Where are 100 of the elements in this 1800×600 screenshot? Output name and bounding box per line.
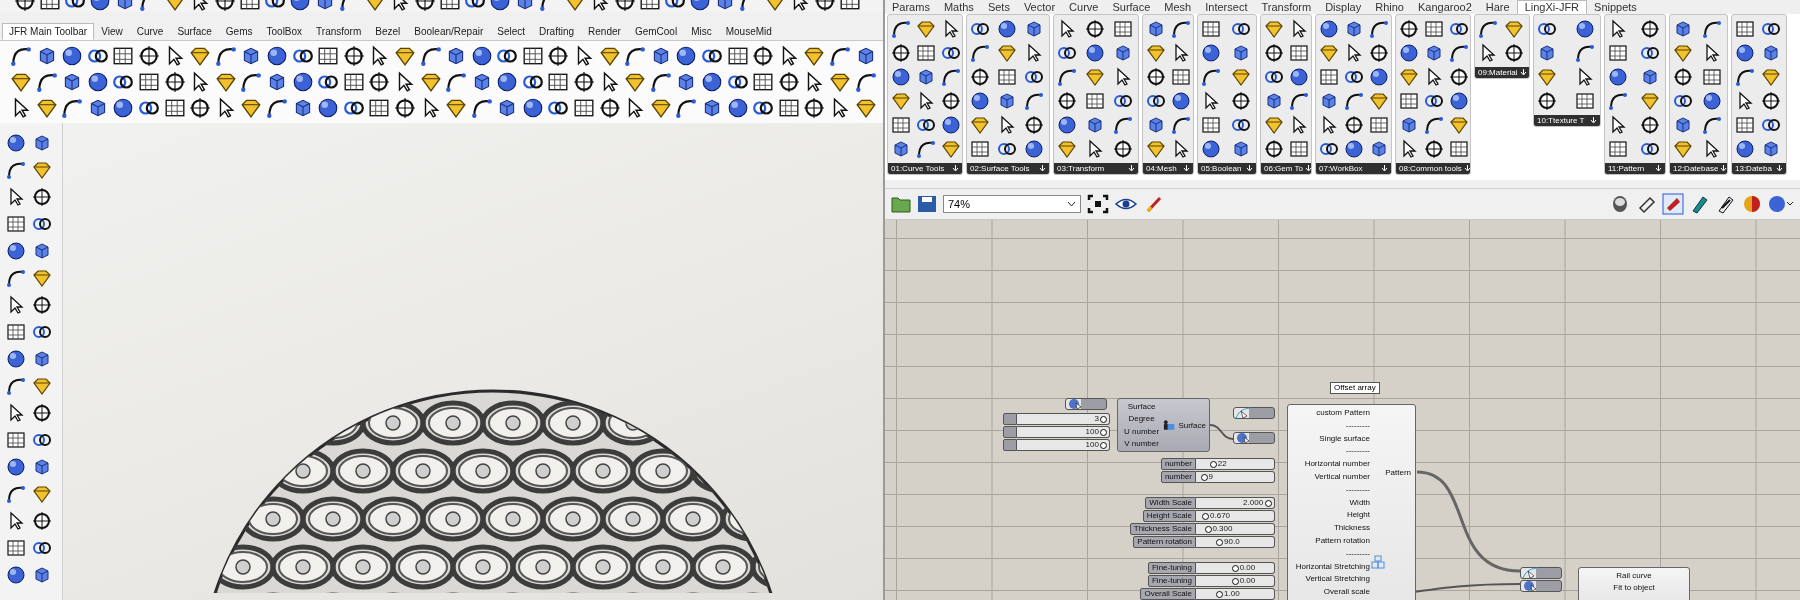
circle-icon[interactable] bbox=[1640, 115, 1660, 135]
curve-icon[interactable] bbox=[1171, 19, 1191, 39]
gem-icon[interactable] bbox=[189, 45, 212, 67]
gem-icon[interactable] bbox=[1640, 91, 1660, 111]
grid-icon[interactable] bbox=[1319, 67, 1339, 87]
circle-icon[interactable] bbox=[137, 45, 160, 67]
circle-icon[interactable] bbox=[1113, 139, 1133, 159]
grid-icon[interactable] bbox=[1113, 19, 1133, 39]
sphere-icon[interactable] bbox=[675, 45, 698, 67]
grid-icon[interactable] bbox=[1449, 139, 1469, 159]
slider-grip[interactable] bbox=[1099, 429, 1107, 436]
circle-icon[interactable] bbox=[777, 71, 800, 93]
slider-grip[interactable] bbox=[1210, 461, 1218, 468]
component-tab[interactable]: Maths bbox=[936, 1, 981, 14]
cube-icon[interactable] bbox=[1537, 43, 1557, 63]
rail-component[interactable]: Rail curve Fit to object bbox=[1578, 567, 1690, 600]
component-tab[interactable]: Intersect bbox=[1198, 1, 1255, 14]
toolbar-tab[interactable]: Select bbox=[490, 23, 533, 40]
toolbar-tab[interactable]: View bbox=[94, 23, 130, 40]
grid-icon[interactable] bbox=[6, 538, 26, 558]
curve-icon[interactable] bbox=[1608, 91, 1628, 111]
grid-icon[interactable] bbox=[1369, 115, 1389, 135]
grid-icon[interactable] bbox=[970, 139, 990, 159]
grid-icon[interactable] bbox=[1201, 115, 1221, 135]
save-icon[interactable] bbox=[917, 195, 937, 213]
curve-icon[interactable] bbox=[1113, 115, 1133, 135]
cube-icon[interactable] bbox=[1113, 43, 1133, 63]
curve-icon[interactable] bbox=[1478, 19, 1498, 39]
cube-icon[interactable] bbox=[1146, 115, 1166, 135]
gem-icon[interactable] bbox=[1504, 19, 1524, 39]
cube-icon[interactable] bbox=[1319, 91, 1339, 111]
slider-grip[interactable] bbox=[1232, 578, 1239, 585]
sphere-icon[interactable] bbox=[470, 45, 493, 67]
cube-icon[interactable] bbox=[1146, 19, 1166, 39]
curve-icon[interactable] bbox=[419, 45, 442, 67]
curve-icon[interactable] bbox=[854, 71, 877, 93]
sphere-icon[interactable] bbox=[1449, 91, 1469, 111]
cube-icon[interactable] bbox=[32, 241, 52, 261]
surface-component[interactable]: Surface Degree U number V number Surface bbox=[1117, 398, 1210, 452]
panel-label[interactable]: 08:Common tools bbox=[1396, 163, 1470, 174]
sphere-icon[interactable] bbox=[1289, 67, 1309, 87]
sphere-icon[interactable] bbox=[1702, 91, 1722, 111]
geometry-param[interactable] bbox=[1520, 580, 1562, 592]
gem-icon[interactable] bbox=[1146, 139, 1166, 159]
zoom-extents-icon[interactable] bbox=[1087, 194, 1109, 214]
gem-icon[interactable] bbox=[854, 97, 877, 119]
slider-grip[interactable] bbox=[1204, 526, 1212, 533]
grid-icon[interactable] bbox=[137, 71, 160, 93]
cube-icon[interactable] bbox=[1761, 43, 1781, 63]
grid-icon[interactable] bbox=[1608, 43, 1628, 63]
sphere-icon[interactable] bbox=[1085, 43, 1105, 63]
grid-icon[interactable] bbox=[521, 45, 544, 67]
sphere-icon[interactable] bbox=[6, 133, 26, 153]
sphere-icon[interactable] bbox=[1735, 139, 1755, 159]
gem-icon[interactable] bbox=[32, 376, 52, 396]
cube-icon[interactable] bbox=[1761, 139, 1781, 159]
gem-icon[interactable] bbox=[1085, 67, 1105, 87]
circle-icon[interactable] bbox=[1024, 115, 1044, 135]
cube-icon[interactable] bbox=[32, 457, 52, 477]
sphere-icon[interactable] bbox=[970, 91, 990, 111]
circle-icon[interactable] bbox=[1369, 43, 1389, 63]
curve-icon[interactable] bbox=[1369, 19, 1389, 39]
cube-icon[interactable] bbox=[1673, 19, 1693, 39]
panel-label[interactable]: 02:Surface Tools bbox=[967, 163, 1049, 174]
curve-icon[interactable] bbox=[10, 45, 32, 67]
curve-param[interactable] bbox=[1520, 567, 1562, 579]
curve-icon[interactable] bbox=[829, 45, 851, 67]
circle-icon[interactable] bbox=[1085, 19, 1105, 39]
curve-icon[interactable] bbox=[61, 97, 84, 119]
sphere-icon[interactable] bbox=[1608, 67, 1628, 87]
sphere-icon[interactable] bbox=[941, 115, 961, 135]
gem-icon[interactable] bbox=[598, 45, 621, 67]
circle-icon[interactable] bbox=[1449, 67, 1469, 87]
circle-icon[interactable] bbox=[891, 43, 911, 63]
toolbar-tab[interactable]: Render bbox=[581, 23, 628, 40]
sphere-icon[interactable] bbox=[291, 71, 314, 93]
circle-icon[interactable] bbox=[32, 403, 52, 423]
slider-grip[interactable] bbox=[1264, 500, 1272, 507]
gem-icon[interactable] bbox=[1264, 19, 1284, 39]
component-tab[interactable]: Sets bbox=[980, 1, 1017, 14]
gem-icon[interactable] bbox=[1319, 43, 1339, 63]
circle-icon[interactable] bbox=[1761, 91, 1781, 111]
grid-icon[interactable] bbox=[777, 97, 800, 119]
component-tab[interactable]: Vector bbox=[1016, 1, 1063, 14]
curve-icon[interactable] bbox=[6, 268, 26, 288]
toolbar-tab[interactable]: Surface bbox=[170, 23, 219, 40]
cube-icon[interactable] bbox=[1399, 115, 1419, 135]
circle-icon[interactable] bbox=[941, 91, 961, 111]
circle-icon[interactable] bbox=[189, 97, 212, 119]
grid-icon[interactable] bbox=[342, 71, 365, 93]
sphere-icon[interactable] bbox=[891, 67, 911, 87]
circle-icon[interactable] bbox=[1673, 67, 1693, 87]
cube-icon[interactable] bbox=[1085, 115, 1105, 135]
grid-icon[interactable] bbox=[1608, 139, 1628, 159]
gem-icon[interactable] bbox=[1057, 139, 1077, 159]
sphere-icon[interactable] bbox=[6, 457, 26, 477]
circle-icon[interactable] bbox=[368, 71, 391, 93]
circle-icon[interactable] bbox=[598, 97, 621, 119]
circle-icon[interactable] bbox=[573, 71, 596, 93]
sphere-icon[interactable] bbox=[1735, 43, 1755, 63]
